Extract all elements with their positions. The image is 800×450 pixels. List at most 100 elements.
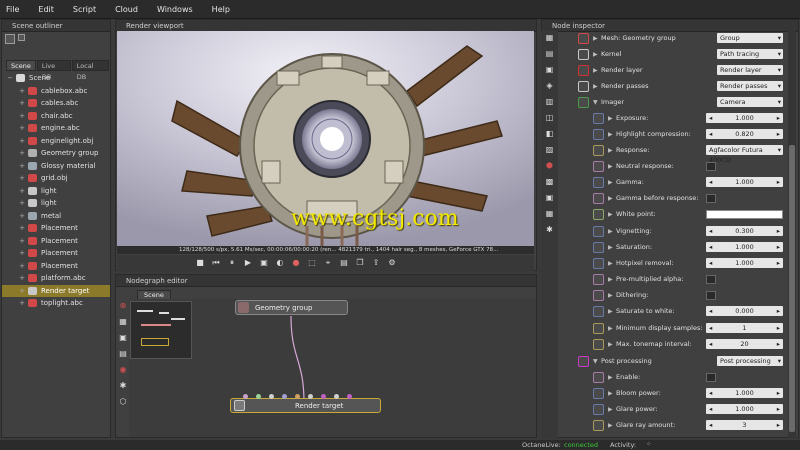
menu-windows[interactable]: Windows (157, 5, 193, 14)
expand-arrow-icon[interactable]: ▶ (608, 211, 616, 218)
ng-tool-6-icon[interactable]: ✱ (118, 381, 128, 391)
tree-item[interactable]: + light (2, 185, 110, 198)
checkbox[interactable] (706, 161, 716, 171)
increment-arrow-icon[interactable]: ▸ (777, 323, 780, 333)
insp-tool-5-icon[interactable]: ▥ (545, 97, 555, 107)
expand-icon[interactable]: + (18, 287, 26, 295)
expand-arrow-icon[interactable]: ▶ (608, 325, 616, 332)
tree-item[interactable]: + Glossy material (2, 160, 110, 173)
insp-tool-4-icon[interactable]: ◈ (545, 81, 555, 91)
property-dropdown[interactable]: Post processing ▾ (717, 356, 783, 366)
decrement-arrow-icon[interactable]: ◂ (709, 129, 712, 139)
expand-arrow-icon[interactable]: ▶ (608, 244, 616, 251)
tree-item[interactable]: + Placement (2, 222, 110, 235)
tree-item[interactable]: + Placement (2, 235, 110, 248)
expand-icon[interactable]: + (18, 174, 26, 182)
insp-tool-8-icon[interactable]: ▨ (545, 145, 555, 155)
increment-arrow-icon[interactable]: ▸ (777, 388, 780, 398)
tree-item[interactable]: − Scene (2, 72, 110, 85)
tree-item[interactable]: + Placement (2, 260, 110, 273)
expand-arrow-icon[interactable]: ▶ (608, 179, 616, 186)
expand-arrow-icon[interactable]: ▶ (608, 131, 616, 138)
tree-item[interactable]: + chair.abc (2, 110, 110, 123)
insp-tool-11-icon[interactable]: ▣ (545, 193, 555, 203)
ng-tool-4-icon[interactable]: ▤ (118, 349, 128, 359)
number-field[interactable]: ◂ 0.300 ▸ (706, 226, 783, 236)
decrement-arrow-icon[interactable]: ◂ (709, 242, 712, 252)
inspector-scroll-thumb[interactable] (789, 145, 795, 432)
color-icon[interactable]: ● (291, 258, 301, 268)
decrement-arrow-icon[interactable]: ◂ (709, 339, 712, 349)
expand-arrow-icon[interactable]: ▶ (608, 374, 616, 381)
expand-arrow-icon[interactable]: ▶ (608, 260, 616, 267)
decrement-arrow-icon[interactable]: ◂ (709, 258, 712, 268)
tree-item[interactable]: + Render target (2, 284, 110, 297)
tree-item[interactable]: + light (2, 197, 110, 210)
expand-arrow-icon[interactable]: ▶ (608, 422, 616, 429)
expand-icon[interactable]: + (18, 149, 26, 157)
ng-tool-2-icon[interactable]: ▦ (118, 317, 128, 327)
insp-tool-2-icon[interactable]: ▤ (545, 49, 555, 59)
expand-icon[interactable]: + (18, 162, 26, 170)
checkbox[interactable] (706, 372, 716, 382)
expand-icon[interactable]: + (18, 249, 26, 257)
restart-icon[interactable]: ⏮ (211, 258, 221, 268)
number-field[interactable]: ◂ 1.000 ▸ (706, 113, 783, 123)
insp-tool-1-icon[interactable]: ▦ (545, 33, 555, 43)
ng-tool-1-icon[interactable]: ⊗ (118, 301, 128, 311)
increment-arrow-icon[interactable]: ▸ (777, 113, 780, 123)
property-dropdown[interactable]: Path tracing ▾ (717, 49, 783, 59)
increment-arrow-icon[interactable]: ▸ (777, 177, 780, 187)
insp-tool-7-icon[interactable]: ◧ (545, 129, 555, 139)
property-dropdown[interactable]: Render passes ▾ (717, 81, 783, 91)
clay-mode-icon[interactable]: ◐ (275, 258, 285, 268)
expand-icon[interactable]: + (18, 187, 26, 195)
ng-tool-7-icon[interactable]: ⬡ (118, 397, 128, 407)
increment-arrow-icon[interactable]: ▸ (777, 404, 780, 414)
tree-item[interactable]: + toplight.abc (2, 297, 110, 310)
picker-icon[interactable]: ⌖ (323, 258, 333, 268)
expand-arrow-icon[interactable]: ▶ (608, 195, 616, 202)
tab-live-db[interactable]: Live DB (36, 60, 71, 81)
increment-arrow-icon[interactable]: ▸ (777, 226, 780, 236)
decrement-arrow-icon[interactable]: ◂ (709, 420, 712, 430)
number-field[interactable]: ◂ 3 ▸ (706, 420, 783, 430)
increment-arrow-icon[interactable]: ▸ (777, 129, 780, 139)
decrement-arrow-icon[interactable]: ◂ (709, 226, 712, 236)
save-image-icon[interactable]: ▤ (339, 258, 349, 268)
expand-icon[interactable]: + (18, 262, 26, 270)
expand-arrow-icon[interactable]: ▶ (593, 35, 601, 42)
increment-arrow-icon[interactable]: ▸ (777, 420, 780, 430)
expand-icon[interactable]: + (18, 87, 26, 95)
number-field[interactable]: ◂ 1 ▸ (706, 323, 783, 333)
export-icon[interactable]: ⇪ (371, 258, 381, 268)
tree-item[interactable]: + grid.obj (2, 172, 110, 185)
insp-tool-6-icon[interactable]: ◫ (545, 113, 555, 123)
decrement-arrow-icon[interactable]: ◂ (709, 388, 712, 398)
insp-tool-3-icon[interactable]: ▣ (545, 65, 555, 75)
render-image[interactable]: www.cgtsj.com (117, 31, 534, 246)
expand-icon[interactable]: + (18, 199, 26, 207)
number-field[interactable]: ◂ 1.000 ▸ (706, 404, 783, 414)
number-field[interactable]: ◂ 0.000 ▸ (706, 306, 783, 316)
checkbox[interactable] (706, 274, 716, 284)
region-icon[interactable]: ⬚ (307, 258, 317, 268)
insp-tool-10-icon[interactable]: ▩ (545, 177, 555, 187)
menu-edit[interactable]: Edit (38, 5, 54, 14)
number-field[interactable]: ◂ 1.000 ▸ (706, 177, 783, 187)
expand-icon[interactable]: + (18, 99, 26, 107)
expand-icon[interactable]: + (18, 274, 26, 282)
expand-arrow-icon[interactable]: ▶ (608, 276, 616, 283)
decrement-arrow-icon[interactable]: ◂ (709, 404, 712, 414)
render-target-node[interactable]: Render target (230, 398, 381, 413)
expand-icon[interactable]: + (18, 212, 26, 220)
menu-file[interactable]: File (6, 5, 19, 14)
menu-help[interactable]: Help (212, 5, 230, 14)
decrement-arrow-icon[interactable]: ◂ (709, 323, 712, 333)
tab-local-db[interactable]: Local DB (71, 60, 109, 81)
tree-item[interactable]: + cablebox.abc (2, 85, 110, 98)
expand-arrow-icon[interactable]: ▶ (593, 51, 601, 58)
expand-icon[interactable]: + (18, 124, 26, 132)
expand-icon[interactable]: + (18, 224, 26, 232)
expand-icon[interactable]: + (18, 137, 26, 145)
